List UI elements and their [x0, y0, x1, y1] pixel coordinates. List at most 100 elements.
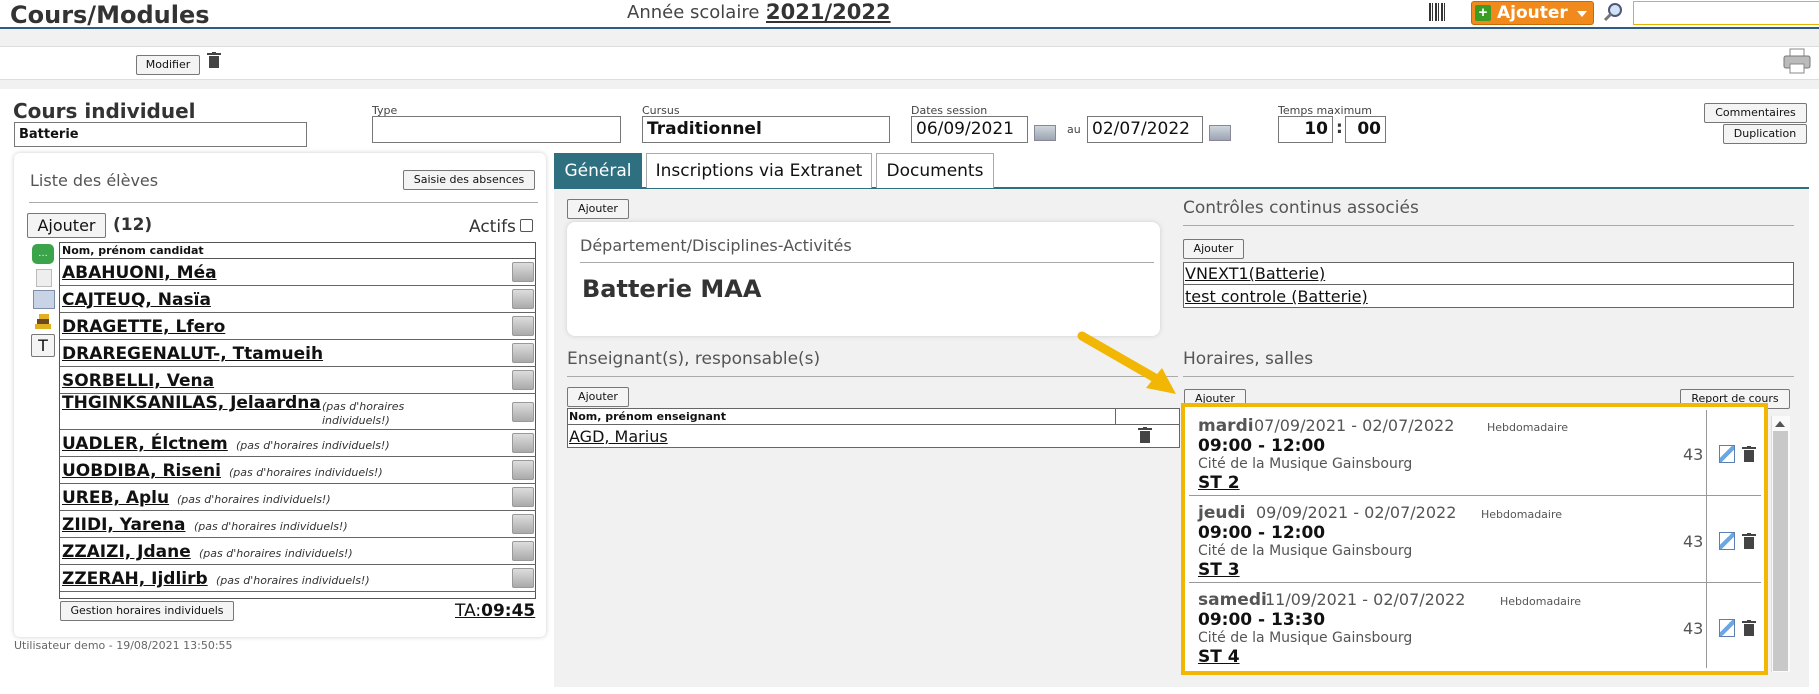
trash-icon[interactable]	[1742, 620, 1756, 636]
slot-place: Cité de la Musique Gainsbourg	[1198, 630, 1413, 646]
teachers-header-sep	[1115, 408, 1116, 424]
student-note: (pas d'horaires individuels!)	[322, 400, 405, 427]
student-row[interactable]: CAJTEUQ, Nasïa	[60, 286, 536, 313]
eraser-icon[interactable]	[512, 289, 534, 309]
school-year-value[interactable]: 2021/2022	[766, 0, 891, 24]
student-name[interactable]: SORBELLI, Vena	[62, 371, 214, 391]
general-add-button[interactable]: Ajouter	[567, 199, 629, 219]
type-field[interactable]	[372, 116, 621, 143]
tab-extranet[interactable]: Inscriptions via Extranet	[646, 153, 872, 188]
eraser-icon[interactable]	[512, 262, 534, 282]
trash-icon[interactable]	[1742, 533, 1756, 549]
barcode-icon[interactable]	[1429, 3, 1445, 21]
control-link[interactable]: VNEXT1(Batterie)	[1185, 264, 1325, 283]
student-name[interactable]: DRAGETTE, Lfero	[62, 317, 225, 337]
student-row[interactable]: DRAGETTE, Lfero	[60, 313, 536, 340]
eraser-icon[interactable]	[512, 568, 534, 588]
calendar-icon[interactable]	[1034, 125, 1056, 141]
course-name-field[interactable]: Batterie	[14, 122, 307, 147]
slot-room[interactable]: ST 2	[1198, 473, 1240, 493]
side-books-icon[interactable]	[33, 312, 53, 332]
comments-button[interactable]: Commentaires	[1704, 103, 1807, 123]
edit-icon[interactable]	[1719, 532, 1735, 550]
scroll-thumb[interactable]	[1773, 431, 1788, 671]
slot-frequency: Hebdomadaire	[1500, 595, 1582, 608]
student-note: (pas d'horaires individuels!)	[199, 547, 353, 560]
student-row[interactable]: ABAHUONI, Méa	[60, 259, 536, 286]
side-text-button[interactable]: T	[31, 334, 55, 357]
eraser-icon[interactable]	[512, 541, 534, 561]
slot-count: 43	[1683, 445, 1704, 464]
plus-icon: +	[1475, 5, 1491, 21]
edit-icon[interactable]	[1719, 445, 1735, 463]
teachers-add-button[interactable]: Ajouter	[567, 387, 629, 407]
student-row[interactable]: ZZAIZI, Jdane (pas d'horaires individuels…	[60, 538, 536, 565]
student-name[interactable]: UREB, Aplu	[62, 488, 169, 508]
student-row[interactable]: ZZERAH, Ijdlirb (pas d'horaires individue…	[60, 565, 536, 592]
slot-count: 43	[1683, 619, 1704, 638]
add-student-button[interactable]: Ajouter	[27, 213, 106, 238]
student-name[interactable]: UOBDIBA, Riseni	[62, 461, 221, 481]
eraser-icon[interactable]	[512, 460, 534, 480]
side-document-icon[interactable]	[36, 269, 52, 287]
add-dropdown-button[interactable]: + Ajouter	[1471, 1, 1594, 25]
student-row[interactable]: THGINKSANILAS, Jelaardna (pas d'horaires …	[60, 394, 536, 430]
slot-time: 09:00 - 12:00	[1198, 523, 1326, 543]
cursus-field[interactable]: Traditionnel	[642, 116, 890, 143]
slot-place: Cité de la Musique Gainsbourg	[1198, 543, 1413, 559]
modify-button[interactable]: Modifier	[136, 55, 200, 75]
eraser-icon[interactable]	[512, 514, 534, 534]
trash-icon[interactable]	[207, 52, 221, 68]
control-link[interactable]: test controle (Batterie)	[1185, 287, 1368, 306]
eraser-icon[interactable]	[512, 433, 534, 453]
student-row[interactable]: UREB, Aplu (pas d'horaires individuels!)	[60, 484, 536, 511]
tab-documents[interactable]: Documents	[876, 153, 994, 188]
trash-icon[interactable]	[1138, 427, 1152, 443]
side-card-icon[interactable]	[33, 290, 55, 309]
duplicate-button[interactable]: Duplication	[1723, 124, 1807, 144]
printer-icon[interactable]	[1783, 48, 1811, 74]
student-name[interactable]: ZIIDI, Yarena	[62, 515, 186, 535]
teacher-name[interactable]: AGD, Marius	[569, 427, 668, 446]
max-hours-field[interactable]: 10	[1278, 116, 1333, 143]
student-row[interactable]: ZIIDI, Yarena (pas d'horaires individuels…	[60, 511, 536, 538]
student-row[interactable]: UADLER, Élctnem (pas d'horaires individue…	[60, 430, 536, 457]
slot-period: 09/09/2021 - 02/07/2022	[1256, 503, 1457, 522]
controls-add-button[interactable]: Ajouter	[1183, 239, 1244, 259]
eraser-icon[interactable]	[512, 402, 534, 422]
student-name[interactable]: ZZERAH, Ijdlirb	[62, 569, 208, 589]
row-divider	[1183, 284, 1794, 285]
student-row[interactable]: SORBELLI, Vena	[60, 367, 536, 394]
date-start-field[interactable]: 06/09/2021	[911, 116, 1028, 143]
tab-general[interactable]: Général	[554, 153, 642, 188]
absences-button[interactable]: Saisie des absences	[403, 170, 535, 190]
student-name[interactable]: ZZAIZI, Jdane	[62, 542, 191, 562]
slot-room[interactable]: ST 4	[1198, 647, 1240, 667]
student-name[interactable]: CAJTEUQ, Nasïa	[62, 290, 211, 310]
eraser-icon[interactable]	[512, 487, 534, 507]
eraser-icon[interactable]	[512, 370, 534, 390]
student-name[interactable]: UADLER, Élctnem	[62, 434, 228, 454]
slot-period: 11/09/2021 - 02/07/2022	[1265, 590, 1466, 609]
max-minutes-field[interactable]: 00	[1345, 116, 1386, 143]
divider	[580, 262, 1154, 263]
active-checkbox[interactable]	[520, 219, 533, 232]
student-row[interactable]: DRAREGENALUT-, Ttamueih	[60, 340, 536, 367]
edit-icon[interactable]	[1719, 619, 1735, 637]
slot-room[interactable]: ST 3	[1198, 560, 1240, 580]
student-name[interactable]: DRAREGENALUT-, Ttamueih	[62, 344, 323, 364]
side-chat-icon[interactable]: …	[32, 244, 54, 264]
student-row[interactable]: UOBDIBA, Riseni (pas d'horaires individue…	[60, 457, 536, 484]
eraser-icon[interactable]	[512, 316, 534, 336]
student-name[interactable]: ABAHUONI, Méa	[62, 263, 217, 283]
slot-day: mardi	[1198, 416, 1254, 436]
search-icon[interactable]	[1603, 2, 1623, 22]
date-end-field[interactable]: 02/07/2022	[1087, 116, 1203, 143]
scroll-up-arrow[interactable]	[1775, 421, 1785, 427]
calendar-icon[interactable]	[1209, 125, 1231, 141]
hours-management-button[interactable]: Gestion horaires individuels	[60, 601, 234, 621]
eraser-icon[interactable]	[512, 343, 534, 363]
trash-icon[interactable]	[1742, 446, 1756, 462]
search-input[interactable]	[1633, 1, 1819, 25]
schedule-title: Horaires, salles	[1183, 349, 1314, 369]
